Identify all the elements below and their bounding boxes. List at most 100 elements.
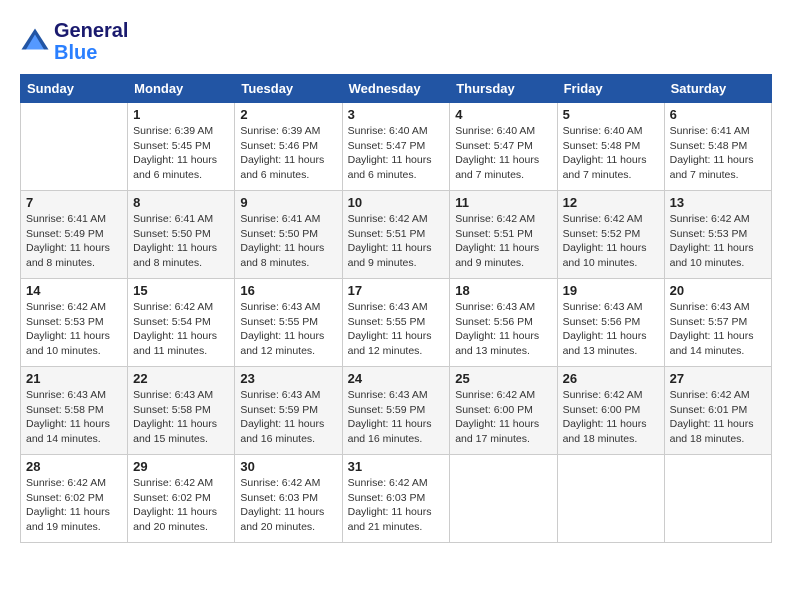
day-number: 16 [240,283,336,298]
day-info: Sunrise: 6:42 AMSunset: 5:53 PMDaylight:… [670,212,766,271]
day-cell [664,455,771,543]
day-number: 24 [348,371,445,386]
day-cell: 11 Sunrise: 6:42 AMSunset: 5:51 PMDayligh… [450,191,557,279]
day-cell: 20 Sunrise: 6:43 AMSunset: 5:57 PMDayligh… [664,279,771,367]
day-number: 8 [133,195,229,210]
day-info: Sunrise: 6:42 AMSunset: 5:54 PMDaylight:… [133,300,229,359]
day-cell: 5 Sunrise: 6:40 AMSunset: 5:48 PMDaylight… [557,103,664,191]
day-cell: 30 Sunrise: 6:42 AMSunset: 6:03 PMDayligh… [235,455,342,543]
day-info: Sunrise: 6:42 AMSunset: 5:51 PMDaylight:… [455,212,551,271]
day-number: 31 [348,459,445,474]
weekday-header-row: SundayMondayTuesdayWednesdayThursdayFrid… [21,75,772,103]
day-info: Sunrise: 6:42 AMSunset: 6:00 PMDaylight:… [455,388,551,447]
day-info: Sunrise: 6:42 AMSunset: 5:53 PMDaylight:… [26,300,122,359]
weekday-header-friday: Friday [557,75,664,103]
weekday-header-saturday: Saturday [664,75,771,103]
day-cell [557,455,664,543]
day-info: Sunrise: 6:43 AMSunset: 5:59 PMDaylight:… [348,388,445,447]
day-cell: 29 Sunrise: 6:42 AMSunset: 6:02 PMDayligh… [128,455,235,543]
day-cell: 4Sunrise: 6:40 AMSunset: 5:47 PMDaylight… [450,103,557,191]
day-cell: 17Sunrise: 6:43 AMSunset: 5:55 PMDayligh… [342,279,450,367]
day-cell: 13 Sunrise: 6:42 AMSunset: 5:53 PMDayligh… [664,191,771,279]
day-number: 12 [563,195,659,210]
day-number: 28 [26,459,122,474]
day-number: 30 [240,459,336,474]
day-number: 9 [240,195,336,210]
day-number: 21 [26,371,122,386]
day-cell: 18Sunrise: 6:43 AMSunset: 5:56 PMDayligh… [450,279,557,367]
day-cell: 16 Sunrise: 6:43 AMSunset: 5:55 PMDayligh… [235,279,342,367]
day-number: 20 [670,283,766,298]
day-number: 22 [133,371,229,386]
day-number: 10 [348,195,445,210]
day-info: Sunrise: 6:39 AMSunset: 5:46 PMDaylight:… [240,124,336,183]
day-number: 27 [670,371,766,386]
day-number: 7 [26,195,122,210]
day-info: Sunrise: 6:43 AMSunset: 5:56 PMDaylight:… [455,300,551,359]
day-number: 14 [26,283,122,298]
day-cell: 8Sunrise: 6:41 AMSunset: 5:50 PMDaylight… [128,191,235,279]
day-info: Sunrise: 6:40 AMSunset: 5:47 PMDaylight:… [348,124,445,183]
week-row-4: 28 Sunrise: 6:42 AMSunset: 6:02 PMDayligh… [21,455,772,543]
day-number: 25 [455,371,551,386]
day-cell: 2Sunrise: 6:39 AMSunset: 5:46 PMDaylight… [235,103,342,191]
day-info: Sunrise: 6:43 AMSunset: 5:58 PMDaylight:… [133,388,229,447]
weekday-header-sunday: Sunday [21,75,128,103]
day-number: 23 [240,371,336,386]
day-cell: 31Sunrise: 6:42 AMSunset: 6:03 PMDayligh… [342,455,450,543]
day-number: 5 [563,107,659,122]
day-cell: 23 Sunrise: 6:43 AMSunset: 5:59 PMDayligh… [235,367,342,455]
day-info: Sunrise: 6:42 AMSunset: 6:02 PMDaylight:… [26,476,122,535]
day-cell: 22 Sunrise: 6:43 AMSunset: 5:58 PMDayligh… [128,367,235,455]
weekday-header-thursday: Thursday [450,75,557,103]
day-number: 11 [455,195,551,210]
day-cell: 28 Sunrise: 6:42 AMSunset: 6:02 PMDayligh… [21,455,128,543]
day-info: Sunrise: 6:43 AMSunset: 5:55 PMDaylight:… [348,300,445,359]
day-cell: 25 Sunrise: 6:42 AMSunset: 6:00 PMDayligh… [450,367,557,455]
day-cell: 6Sunrise: 6:41 AMSunset: 5:48 PMDaylight… [664,103,771,191]
day-number: 3 [348,107,445,122]
week-row-0: 1 Sunrise: 6:39 AMSunset: 5:45 PMDaylight… [21,103,772,191]
day-cell: 3 Sunrise: 6:40 AMSunset: 5:47 PMDaylight… [342,103,450,191]
day-info: Sunrise: 6:41 AMSunset: 5:50 PMDaylight:… [240,212,336,271]
day-number: 13 [670,195,766,210]
day-info: Sunrise: 6:41 AMSunset: 5:49 PMDaylight:… [26,212,122,271]
day-cell: 21Sunrise: 6:43 AMSunset: 5:58 PMDayligh… [21,367,128,455]
day-cell [21,103,128,191]
day-cell: 9 Sunrise: 6:41 AMSunset: 5:50 PMDaylight… [235,191,342,279]
day-number: 26 [563,371,659,386]
day-cell: 1 Sunrise: 6:39 AMSunset: 5:45 PMDaylight… [128,103,235,191]
day-number: 29 [133,459,229,474]
day-cell: 12 Sunrise: 6:42 AMSunset: 5:52 PMDayligh… [557,191,664,279]
day-info: Sunrise: 6:43 AMSunset: 5:56 PMDaylight:… [563,300,659,359]
day-info: Sunrise: 6:43 AMSunset: 5:55 PMDaylight:… [240,300,336,359]
day-info: Sunrise: 6:42 AMSunset: 6:02 PMDaylight:… [133,476,229,535]
day-info: Sunrise: 6:42 AMSunset: 6:01 PMDaylight:… [670,388,766,447]
day-cell: 10Sunrise: 6:42 AMSunset: 5:51 PMDayligh… [342,191,450,279]
week-row-2: 14 Sunrise: 6:42 AMSunset: 5:53 PMDayligh… [21,279,772,367]
day-info: Sunrise: 6:40 AMSunset: 5:48 PMDaylight:… [563,124,659,183]
calendar: SundayMondayTuesdayWednesdayThursdayFrid… [20,74,772,543]
weekday-header-monday: Monday [128,75,235,103]
day-cell [450,455,557,543]
weekday-header-wednesday: Wednesday [342,75,450,103]
header: General Blue [20,20,772,64]
day-info: Sunrise: 6:39 AMSunset: 5:45 PMDaylight:… [133,124,229,183]
week-row-1: 7 Sunrise: 6:41 AMSunset: 5:49 PMDaylight… [21,191,772,279]
day-number: 19 [563,283,659,298]
day-number: 1 [133,107,229,122]
day-info: Sunrise: 6:43 AMSunset: 5:59 PMDaylight:… [240,388,336,447]
day-cell: 19 Sunrise: 6:43 AMSunset: 5:56 PMDayligh… [557,279,664,367]
day-info: Sunrise: 6:42 AMSunset: 6:03 PMDaylight:… [240,476,336,535]
day-info: Sunrise: 6:42 AMSunset: 6:00 PMDaylight:… [563,388,659,447]
day-info: Sunrise: 6:43 AMSunset: 5:57 PMDaylight:… [670,300,766,359]
day-number: 6 [670,107,766,122]
day-cell: 24 Sunrise: 6:43 AMSunset: 5:59 PMDayligh… [342,367,450,455]
logo: General Blue [20,20,128,64]
weekday-header-tuesday: Tuesday [235,75,342,103]
logo-text-line2: Blue [54,42,128,64]
day-info: Sunrise: 6:42 AMSunset: 5:52 PMDaylight:… [563,212,659,271]
day-cell: 26 Sunrise: 6:42 AMSunset: 6:00 PMDayligh… [557,367,664,455]
logo-icon [20,27,50,57]
week-row-3: 21 Sunrise: 6:43 AMSunset: 5:58 PMDayligh… [21,367,772,455]
